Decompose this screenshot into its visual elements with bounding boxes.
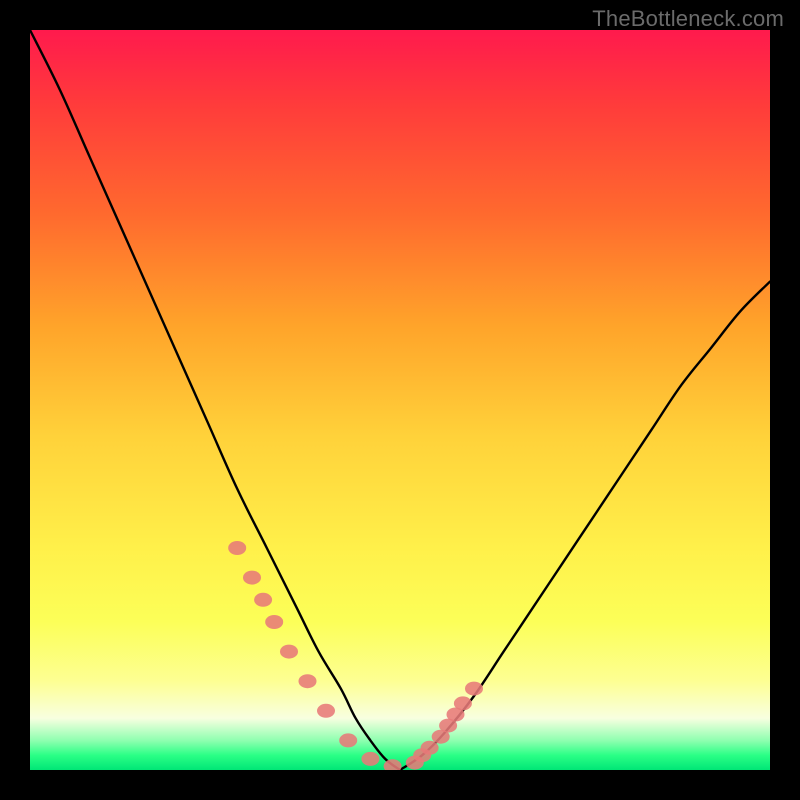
chart-stage: TheBottleneck.com: [0, 0, 800, 800]
marker-dot: [243, 571, 261, 585]
marker-dot: [465, 682, 483, 696]
marker-dot: [317, 704, 335, 718]
marker-dot: [421, 741, 439, 755]
chart-svg: [30, 30, 770, 770]
plot-area: [30, 30, 770, 770]
marker-dot: [339, 733, 357, 747]
marker-dot: [454, 696, 472, 710]
right-curve: [400, 282, 770, 770]
marker-dot: [280, 645, 298, 659]
marker-group: [228, 541, 483, 770]
marker-dot: [299, 674, 317, 688]
left-curve: [30, 30, 400, 770]
attribution-label: TheBottleneck.com: [592, 6, 784, 32]
marker-dot: [361, 752, 379, 766]
marker-dot: [228, 541, 246, 555]
marker-dot: [265, 615, 283, 629]
marker-dot: [254, 593, 272, 607]
